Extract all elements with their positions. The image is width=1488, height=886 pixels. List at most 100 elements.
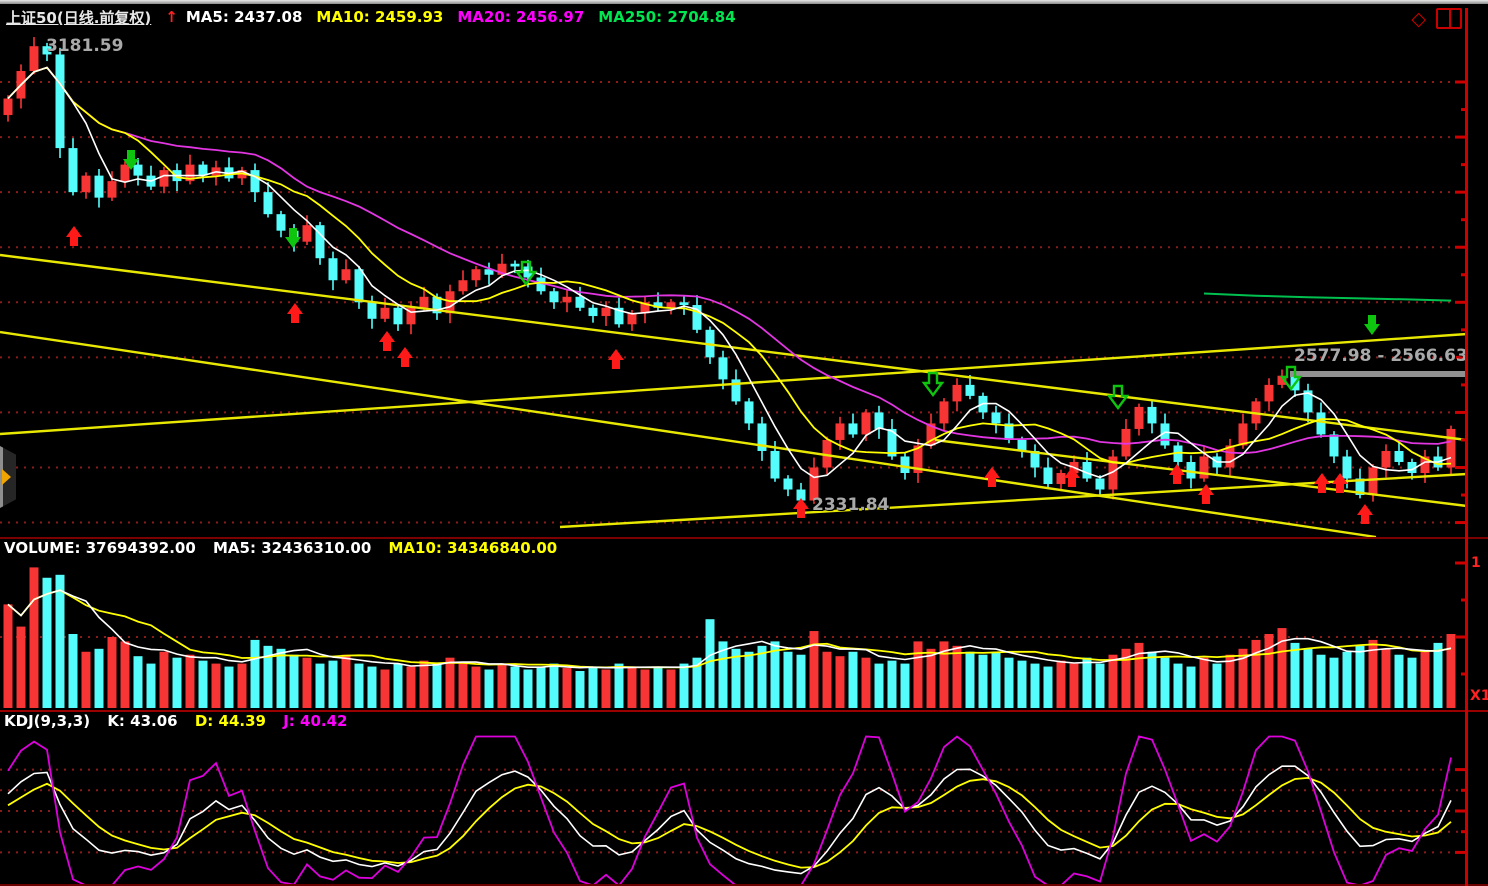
trendline: [0, 332, 1376, 537]
volume-bar: [979, 655, 988, 708]
main-candlestick-chart[interactable]: [0, 30, 1488, 537]
volume-chart[interactable]: [0, 537, 1488, 710]
volume-bar: [199, 661, 208, 708]
ma250-line: [1204, 294, 1451, 301]
candle-body: [69, 148, 78, 192]
volume-bar: [1005, 658, 1014, 708]
volume-bar: [1356, 646, 1365, 708]
candle-body: [394, 308, 403, 325]
candle-body: [1135, 407, 1144, 429]
volume-bar: [147, 664, 156, 708]
kdj-layers: [0, 737, 1466, 885]
instrument-title[interactable]: 上证50(日线.前复权): [6, 7, 151, 28]
volume-bar: [56, 575, 65, 708]
candle-body: [836, 423, 845, 440]
candles-layer: [4, 37, 1456, 505]
volume-bar: [30, 567, 39, 708]
volume-bar: [1421, 652, 1430, 708]
volume-bar: [316, 664, 325, 708]
candle-body: [1369, 467, 1378, 495]
right-price-axis: [1465, 8, 1468, 886]
volume-bar: [706, 619, 715, 708]
candle-body: [4, 99, 13, 116]
volume-bar: [368, 667, 377, 708]
volume-bar: [797, 655, 806, 708]
chart-header: 上证50(日线.前复权) ↑ MA5: 2437.08 MA10: 2459.9…: [0, 4, 1488, 30]
volume-bar: [680, 664, 689, 708]
split-window-icon[interactable]: [1436, 8, 1462, 29]
expander-arrow-icon[interactable]: [2, 469, 11, 485]
candle-body: [1057, 473, 1066, 484]
volume-axis-label: 1: [1471, 555, 1481, 571]
volume-bar: [966, 652, 975, 708]
volume-bar: [576, 671, 585, 708]
candle-body: [563, 297, 572, 303]
volume-bar: [953, 646, 962, 708]
volume-bar: [1148, 652, 1157, 708]
volume-bar: [173, 658, 182, 708]
main-chart-layers: [0, 37, 1467, 537]
volume-bar: [251, 640, 260, 708]
volume-bar: [186, 655, 195, 708]
volume-bar: [1070, 664, 1079, 708]
volume-bar: [927, 649, 936, 708]
kdj-j-readout: J: 40.42: [283, 712, 347, 730]
candle-body: [121, 165, 130, 182]
candle-body: [771, 451, 780, 479]
volume-bar: [745, 652, 754, 708]
ma20-readout: MA20: 2456.97: [457, 8, 584, 26]
candle-body: [355, 269, 364, 302]
volume-bar: [355, 664, 364, 708]
volume-bar: [537, 667, 546, 708]
volume-bar: [82, 652, 91, 708]
candle-body: [264, 192, 273, 214]
diamond-icon[interactable]: ◇: [1411, 10, 1426, 28]
buy-arrow: [793, 498, 809, 518]
buy-arrow: [608, 349, 624, 369]
candle-body: [511, 264, 520, 267]
volume-bar: [381, 670, 390, 708]
volume-bar: [212, 664, 221, 708]
volume-bar: [1434, 643, 1443, 708]
volume-bar: [862, 658, 871, 708]
buy-arrow: [397, 347, 413, 367]
volume-bar: [641, 670, 650, 708]
candle-body: [953, 385, 962, 402]
candle-body: [1083, 462, 1092, 479]
candle-body: [446, 291, 455, 313]
volume-bar: [277, 649, 286, 708]
volume-bar: [69, 634, 78, 708]
volume-bar: [1174, 664, 1183, 708]
buy-arrow: [1314, 473, 1330, 493]
kdj-chart[interactable]: [0, 730, 1488, 884]
candle-body: [134, 165, 143, 176]
candle-body: [108, 181, 117, 198]
volume-bar: [134, 656, 143, 708]
candle-body: [1395, 451, 1404, 462]
volume-bar: [17, 627, 26, 708]
volume-layers: [0, 567, 1466, 708]
candle-body: [342, 269, 351, 280]
candle-body: [368, 302, 377, 319]
volume-bar: [394, 664, 403, 708]
candle-body: [1148, 407, 1157, 424]
candle-body: [82, 176, 91, 193]
volume-bar: [446, 658, 455, 708]
volume-bar: [290, 655, 299, 708]
volume-bar: [628, 667, 637, 708]
candle-body: [420, 297, 429, 308]
buy-arrow: [66, 226, 82, 246]
volume-bar: [511, 667, 520, 708]
buy-arrow: [379, 331, 395, 351]
sell-arrow-hollow: [924, 373, 942, 395]
volume-bar: [108, 637, 117, 708]
candle-body: [1330, 434, 1339, 456]
volume-bar: [1395, 655, 1404, 708]
range-price-label: 2577.98 - 2566.63: [1294, 346, 1468, 366]
volume-bar: [1304, 649, 1313, 708]
volume-bar: [1018, 661, 1027, 708]
candle-body: [628, 313, 637, 324]
candle-body: [329, 258, 338, 280]
volume-bar: [329, 661, 338, 708]
candle-body: [680, 302, 689, 305]
